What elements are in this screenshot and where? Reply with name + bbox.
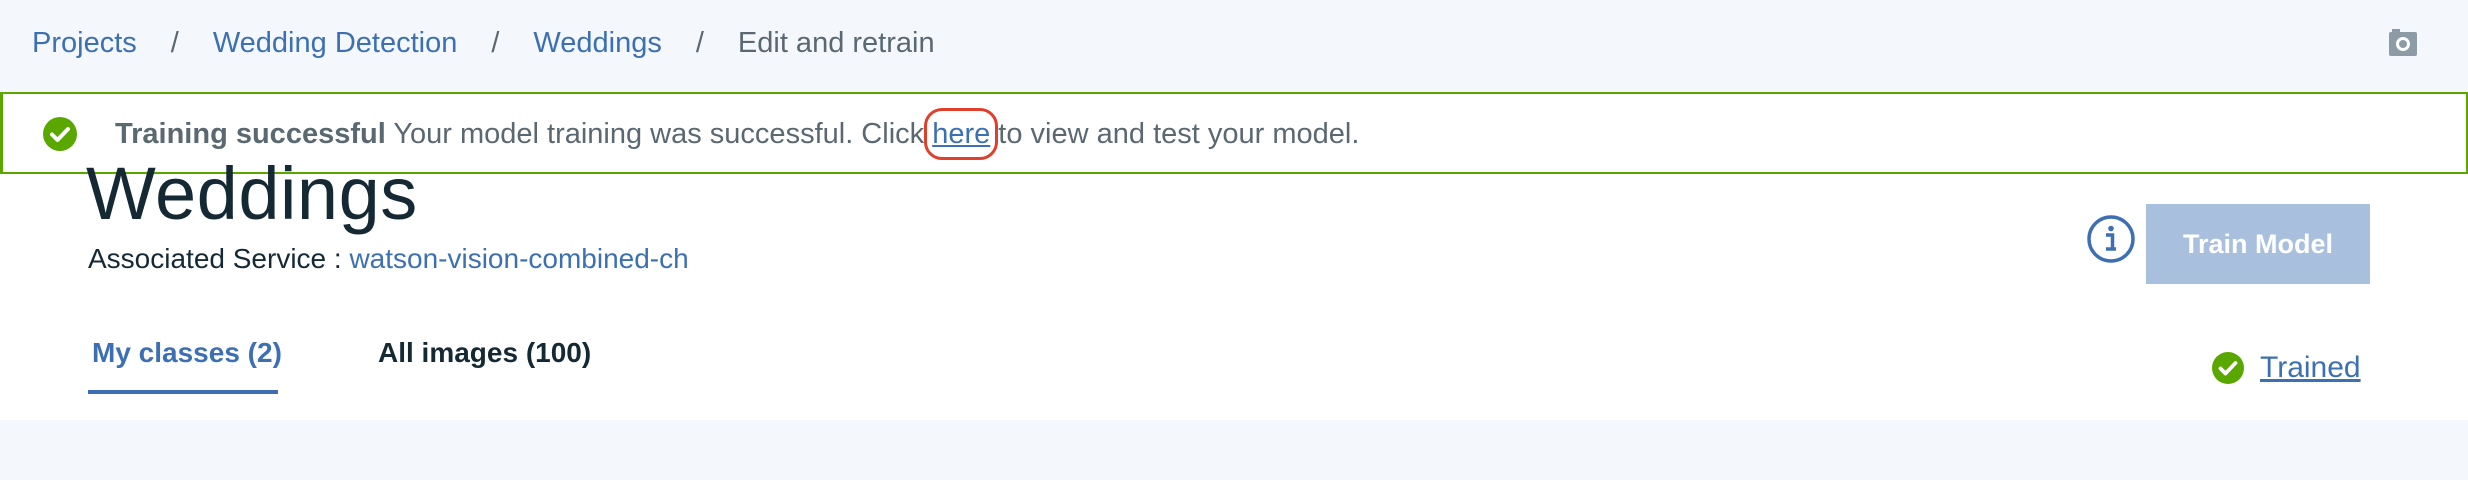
breadcrumb-current: Edit and retrain xyxy=(737,27,935,59)
content-area xyxy=(0,420,2468,480)
top-bar: Projects / Wedding Detection / Weddings … xyxy=(0,0,2468,92)
page-title: Weddings xyxy=(86,152,418,235)
associated-service-link[interactable]: watson-vision-combined-ch xyxy=(349,243,688,274)
checkmark-circle-icon xyxy=(2212,352,2244,384)
info-icon[interactable] xyxy=(2086,214,2136,264)
breadcrumb: Projects / Wedding Detection / Weddings … xyxy=(32,26,935,60)
breadcrumb-separator: / xyxy=(695,27,704,59)
trained-link[interactable]: Trained xyxy=(2260,351,2361,385)
trained-status: Trained xyxy=(2212,350,2361,386)
view-model-link[interactable]: here xyxy=(924,108,999,160)
notification-text-after: to view and test your model. xyxy=(990,118,1360,150)
camera-icon[interactable] xyxy=(2388,28,2418,58)
breadcrumb-projects[interactable]: Projects xyxy=(32,26,137,60)
breadcrumb-separator: / xyxy=(170,27,179,59)
checkmark-circle-icon xyxy=(43,117,77,151)
notification-text-before: Your model training was successful. Clic… xyxy=(393,118,933,150)
notification-message: Training successful Your model training … xyxy=(115,108,1360,160)
train-model-button[interactable]: Train Model xyxy=(2146,204,2370,284)
associated-service-label: Associated Service : xyxy=(88,243,350,274)
tab-all-images-label: All images (100) xyxy=(378,337,592,368)
breadcrumb-separator: / xyxy=(491,27,500,59)
associated-service: Associated Service : watson-vision-combi… xyxy=(88,242,689,276)
tab-all-images[interactable]: All images (100) xyxy=(378,336,591,392)
tab-my-classes[interactable]: My classes (2) xyxy=(88,336,282,394)
main-panel: Weddings Associated Service : watson-vis… xyxy=(0,154,2468,420)
notification-title: Training successful xyxy=(115,118,386,150)
tab-my-classes-label: My classes (2) xyxy=(92,337,282,368)
view-model-link-label: here xyxy=(932,118,991,150)
breadcrumb-weddings[interactable]: Weddings xyxy=(533,26,661,60)
breadcrumb-wedding-detection[interactable]: Wedding Detection xyxy=(213,26,458,60)
